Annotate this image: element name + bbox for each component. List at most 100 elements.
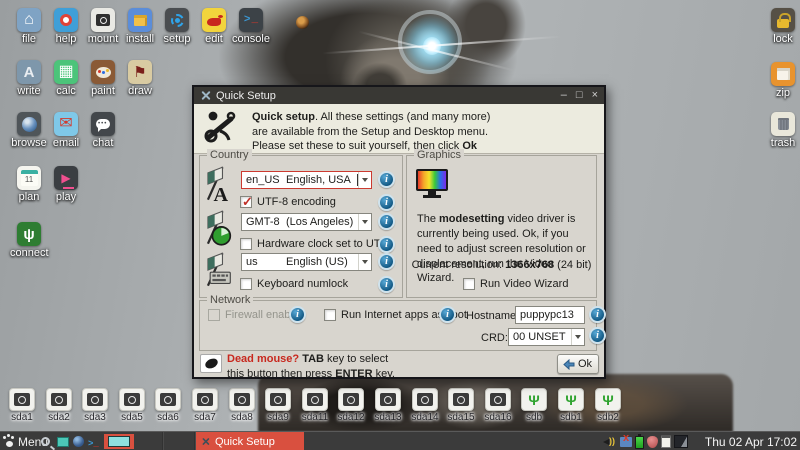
disk-glyph [197, 393, 213, 406]
drive-icon-sda5[interactable]: sda5 [114, 388, 150, 423]
plan-icon: 11 [17, 166, 41, 190]
utc-info-button[interactable]: i [378, 236, 395, 253]
drive-icon-sda13[interactable]: sda13 [370, 388, 406, 423]
edit-icon [202, 8, 226, 32]
wallpaper-light-streak [358, 30, 514, 72]
drive-icon-sda7[interactable]: sda7 [187, 388, 223, 423]
desktop-icon-plan[interactable]: 11 plan [10, 166, 48, 203]
desktop-icon-setup[interactable]: setup [158, 8, 196, 45]
drive-icon-sdb2[interactable]: sdb2 [590, 388, 626, 423]
crd-info-button[interactable]: i [589, 327, 606, 344]
firewall-info-button[interactable]: i [289, 306, 306, 323]
desktop-icon-paint[interactable]: paint [84, 60, 122, 97]
numlock-checkbox-box[interactable] [240, 278, 252, 290]
drive-icon-sda11[interactable]: sda11 [297, 388, 333, 423]
desktop-icon-play[interactable]: play [47, 166, 85, 203]
utf8-checkbox[interactable]: UTF-8 encoding [240, 194, 336, 210]
drive-icon-sdb1[interactable]: sdb1 [553, 388, 589, 423]
firewall-tray-icon[interactable] [647, 435, 658, 448]
wallpaper-light-streak [322, 35, 562, 55]
locale-dropdown-arrow[interactable] [358, 172, 371, 188]
drive-icon-sda6[interactable]: sda6 [150, 388, 186, 423]
firewall-checkbox-box[interactable] [208, 309, 220, 321]
ok-arrow-icon [563, 358, 575, 370]
keyboard-dropdown-arrow[interactable] [358, 254, 371, 270]
find-button[interactable] [41, 432, 50, 450]
drive-icon-sda3[interactable]: sda3 [77, 388, 113, 423]
desktop-icon-calc[interactable]: calc [47, 60, 85, 97]
drive-glyph [96, 14, 110, 26]
video-wizard-checkbox[interactable]: Run Video Wizard [463, 278, 568, 290]
desktop-icon-console[interactable]: console [232, 8, 270, 45]
task-quick-setup[interactable]: Quick Setup [196, 432, 304, 450]
desktop-icon-edit[interactable]: edit [195, 8, 233, 45]
drive-icon-sda12[interactable]: sda12 [333, 388, 369, 423]
drive-label: sda16 [484, 412, 512, 423]
drive-icon-sda15[interactable]: sda15 [443, 388, 479, 423]
desktop-icon-connect[interactable]: connect [10, 222, 49, 259]
drive-icon-sda8[interactable]: sda8 [224, 388, 260, 423]
timezone-dropdown-arrow[interactable] [358, 214, 371, 230]
desktop-icon-chat[interactable]: chat [84, 112, 122, 149]
minimize-button[interactable]: – [561, 90, 567, 101]
desktop-icon-zip[interactable]: zip [764, 62, 800, 99]
desktop-icon-mount[interactable]: mount [84, 8, 122, 45]
utf8-info-button[interactable]: i [378, 194, 395, 211]
maximize-button[interactable]: □ [576, 90, 583, 101]
lamp-glyph [207, 14, 223, 26]
crd-dropdown-arrow[interactable] [571, 329, 584, 345]
desktop-icon-trash[interactable]: trash [764, 112, 800, 149]
hostname-info-button[interactable]: i [589, 306, 606, 323]
timezone-combo[interactable]: GMT-8 (Los Angeles) [241, 213, 372, 231]
drive-icon-sdb[interactable]: sdb [516, 388, 552, 423]
keyboard-info-button[interactable]: i [378, 253, 395, 270]
desktop-icon-browse[interactable]: browse [10, 112, 48, 149]
window-app-icon [200, 90, 211, 101]
desktop-icon-draw[interactable]: draw [121, 60, 159, 97]
network-status-icon[interactable] [620, 432, 632, 447]
drive-icon-sda9[interactable]: sda9 [260, 388, 296, 423]
cpu-monitor-icon[interactable] [674, 435, 688, 448]
terminal-launcher[interactable] [88, 432, 99, 450]
desktop-icon-install[interactable]: install [121, 8, 159, 45]
utf8-checkbox-box[interactable] [240, 194, 253, 210]
desktop-icon-write[interactable]: write [10, 60, 48, 97]
desktop-icon-email[interactable]: email [47, 112, 85, 149]
drive-icon-sda14[interactable]: sda14 [407, 388, 443, 423]
numlock-checkbox[interactable]: Keyboard numlock [240, 278, 348, 290]
close-button[interactable]: × [592, 90, 598, 101]
desktop-icon-lock[interactable]: lock [764, 8, 800, 45]
battery-icon[interactable] [635, 433, 644, 449]
usb-glyph [602, 393, 613, 407]
crd-combo[interactable]: 00 UNSET [508, 328, 585, 346]
numlock-info-button[interactable]: i [378, 276, 395, 293]
active-workspace[interactable] [108, 436, 130, 447]
clipboard-icon[interactable] [661, 435, 671, 448]
drive-icon-sda16[interactable]: sda16 [480, 388, 516, 423]
locale-combo[interactable]: en_US English, USA [241, 171, 372, 189]
drive-icon-sda1[interactable]: sda1 [4, 388, 40, 423]
video-wizard-checkbox-box[interactable] [463, 278, 475, 290]
wallpaper-dog-eye [296, 16, 309, 29]
workspace-pager[interactable] [104, 434, 134, 449]
utc-checkbox-box[interactable] [240, 238, 252, 250]
hostname-input[interactable]: puppypc13 [515, 306, 585, 324]
desktop-icon-file[interactable]: file [10, 8, 48, 45]
desktop-icon-help[interactable]: help [47, 8, 85, 45]
desktop-icon [57, 436, 69, 447]
volume-icon[interactable] [603, 435, 617, 448]
zipdoc-glyph [776, 68, 790, 80]
spot-info-button[interactable]: i [439, 306, 456, 323]
timezone-info-button[interactable]: i [378, 213, 395, 230]
locale-info-button[interactable]: i [378, 171, 395, 188]
ok-button[interactable]: Ok [557, 354, 600, 374]
browser-launcher[interactable] [73, 432, 84, 450]
window-titlebar[interactable]: Quick Setup – □ × [194, 87, 604, 104]
taskbar-clock: Thu 02 Apr 17:02 [704, 434, 797, 449]
keyboard-combo[interactable]: us English (US) [241, 253, 372, 271]
spot-checkbox-box[interactable] [324, 309, 336, 321]
drive-icon-sda2[interactable]: sda2 [41, 388, 77, 423]
utc-checkbox[interactable]: Hardware clock set to UTC [240, 238, 388, 250]
play-glyph [61, 172, 75, 189]
show-desktop-button[interactable] [57, 432, 69, 450]
